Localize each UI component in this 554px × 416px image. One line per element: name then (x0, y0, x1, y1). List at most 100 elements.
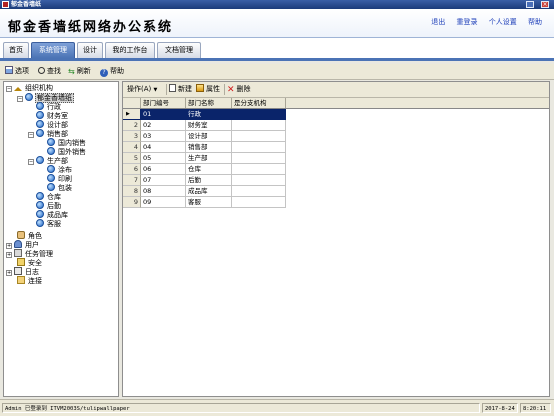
refresh-icon: ⇆ (68, 67, 75, 76)
tree-node-design[interactable]: 设计部 (36, 120, 69, 129)
tree-node-tasks[interactable]: + 任务管理 (6, 249, 54, 258)
main-toolbar: 选项 查找 ⇆ 刷新 ? 帮助 (0, 64, 554, 80)
column-header-dept-code[interactable]: 部门编号 (141, 98, 186, 108)
cell-is-branch (232, 197, 286, 208)
table-row[interactable]: ▶ 01 行政 (123, 109, 549, 120)
cell-dept-name: 销售部 (186, 142, 232, 153)
tree-node-packing[interactable]: 包装 (47, 183, 73, 192)
cell-is-branch (232, 120, 286, 131)
options-button[interactable]: 选项 (5, 66, 29, 77)
expand-toggle[interactable]: + (6, 252, 12, 258)
row-number: 8 (123, 186, 141, 197)
tab-design[interactable]: 设计 (77, 42, 103, 58)
row-number: 5 (123, 153, 141, 164)
tree-node-connect[interactable]: 连接 (17, 276, 43, 285)
dept-icon (47, 165, 55, 173)
tab-documents[interactable]: 文档管理 (157, 42, 201, 58)
tree-node-printing[interactable]: 印刷 (47, 174, 73, 183)
dept-icon (36, 210, 44, 218)
table-row[interactable]: 9 09 客服 (123, 197, 549, 208)
column-header-is-branch[interactable]: 是分支机构 (232, 98, 286, 108)
close-button[interactable]: × (541, 1, 549, 8)
tree-node-service[interactable]: 客服 (36, 219, 62, 228)
users-icon (14, 240, 22, 248)
app-brand: 郁金香墙纸网络办公系统 (8, 20, 174, 35)
cell-is-branch (232, 153, 286, 164)
top-links: 退出 重登录 个人设置 帮助 (422, 17, 542, 27)
collapse-toggle[interactable]: − (17, 96, 23, 102)
tree-node-finance[interactable]: 财务室 (36, 111, 69, 120)
column-header-dept-name[interactable]: 部门名称 (186, 98, 232, 108)
toolbar-separator (224, 84, 225, 95)
tree-node-org[interactable]: − 组织机构 (6, 84, 54, 93)
cell-dept-code: 09 (141, 197, 186, 208)
personal-settings-link[interactable]: 个人设置 (489, 18, 517, 26)
dept-icon (36, 156, 44, 164)
dept-icon (47, 147, 55, 155)
help-link[interactable]: 帮助 (528, 18, 542, 26)
cell-dept-name: 行政 (186, 109, 232, 120)
tab-system-admin[interactable]: 系统管理 (31, 42, 75, 58)
table-row[interactable]: 7 07 后勤 (123, 175, 549, 186)
org-tree[interactable]: − 组织机构 − 郁金香墙纸 行政 财务室 设计部 − 销售部 国内销售 国外销售 −… (3, 81, 119, 397)
cell-dept-name: 后勤 (186, 175, 232, 186)
department-grid-pane: 操作(A) ▼ 新建 属性 ✕ 删除 部门编号 部门名称 是分支机构 ▶ 01 行政 2… (122, 81, 550, 397)
table-row[interactable]: 3 03 设计部 (123, 131, 549, 142)
tree-node-sales[interactable]: − 销售部 (28, 129, 69, 138)
row-header-corner (123, 98, 141, 108)
operations-menu[interactable]: 操作(A) ▼ (127, 84, 157, 95)
refresh-button[interactable]: ⇆ 刷新 (68, 66, 91, 77)
collapse-toggle[interactable]: − (28, 132, 34, 138)
tab-home[interactable]: 首页 (3, 42, 29, 58)
expand-toggle[interactable]: + (6, 270, 12, 276)
row-number: 3 (123, 131, 141, 142)
logout-link[interactable]: 退出 (431, 18, 445, 26)
tree-node-production[interactable]: − 生产部 (28, 156, 69, 165)
tree-node-coating[interactable]: 涂布 (47, 165, 73, 174)
status-user: Admin 已登录到 ITVM2003S/tulipwallpaper (2, 403, 480, 413)
tree-node-users[interactable]: + 用户 (6, 240, 40, 249)
dept-icon (36, 219, 44, 227)
tree-node-security[interactable]: 安全 (17, 258, 43, 267)
window-titlebar: 郁金香墙纸 _ × (0, 0, 554, 9)
cell-dept-code: 02 (141, 120, 186, 131)
tree-node-sales-foreign[interactable]: 国外销售 (47, 147, 87, 156)
row-number: 2 (123, 120, 141, 131)
tree-node-finished[interactable]: 成品库 (36, 210, 69, 219)
cell-dept-name: 设计部 (186, 131, 232, 142)
table-row[interactable]: 2 02 财务室 (123, 120, 549, 131)
dept-icon (36, 111, 44, 119)
tree-node-logistics[interactable]: 后勤 (36, 201, 62, 210)
delete-icon: ✕ (227, 85, 235, 95)
home-icon (14, 87, 22, 91)
dept-icon (47, 174, 55, 182)
properties-button[interactable]: 属性 (196, 84, 220, 95)
collapse-toggle[interactable]: − (6, 86, 12, 92)
cell-is-branch (232, 186, 286, 197)
cell-dept-name: 仓库 (186, 164, 232, 175)
find-button[interactable]: 查找 (38, 66, 61, 77)
table-row[interactable]: 5 05 生产部 (123, 153, 549, 164)
new-button[interactable]: 新建 (169, 84, 192, 95)
tree-node-sales-domestic[interactable]: 国内销售 (47, 138, 87, 147)
help-button[interactable]: ? 帮助 (100, 66, 124, 77)
tree-node-admin[interactable]: 行政 (36, 102, 62, 111)
tasks-icon (14, 249, 22, 257)
delete-button[interactable]: ✕ 删除 (227, 84, 251, 95)
new-document-icon (169, 84, 176, 92)
minimize-button[interactable]: _ (526, 1, 534, 8)
help-icon: ? (100, 69, 108, 77)
tree-node-roles[interactable]: 角色 (17, 231, 43, 240)
tree-node-logs[interactable]: + 日志 (6, 267, 40, 276)
tree-node-warehouse[interactable]: 仓库 (36, 192, 62, 201)
properties-icon (196, 84, 204, 92)
relogin-link[interactable]: 重登录 (457, 18, 478, 26)
table-row[interactable]: 4 04 销售部 (123, 142, 549, 153)
company-icon (25, 93, 33, 101)
tree-node-company[interactable]: − 郁金香墙纸 (17, 93, 74, 103)
table-row[interactable]: 8 08 成品库 (123, 186, 549, 197)
tab-my-workbench[interactable]: 我的工作台 (105, 42, 155, 58)
cell-dept-code: 04 (141, 142, 186, 153)
collapse-toggle[interactable]: − (28, 159, 34, 165)
table-row[interactable]: 6 06 仓库 (123, 164, 549, 175)
